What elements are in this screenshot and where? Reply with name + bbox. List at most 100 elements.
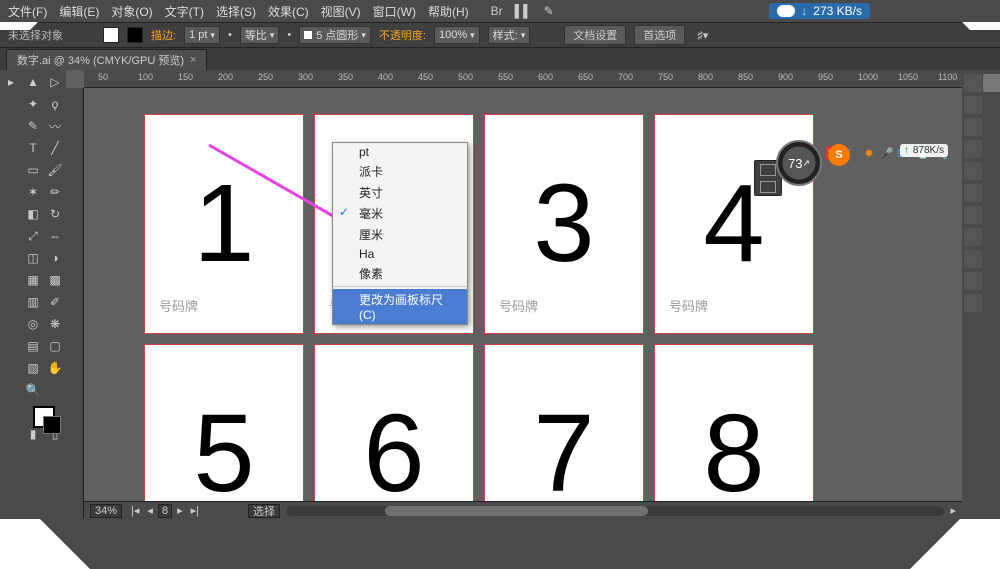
page-field[interactable]: 8 xyxy=(158,504,172,518)
slice-tool[interactable]: ▧ xyxy=(23,358,43,378)
last-page-button[interactable]: ▸| xyxy=(188,504,202,518)
right-panel-strip xyxy=(962,70,984,519)
scale-tool[interactable]: ⤢ xyxy=(23,226,43,246)
h-scrollbar[interactable] xyxy=(286,506,944,516)
panel-icon-graphic-styles[interactable] xyxy=(964,250,982,268)
fill-swatch[interactable] xyxy=(103,27,119,43)
line-tool[interactable]: ╱ xyxy=(45,138,65,158)
eraser-tool[interactable]: ◧ xyxy=(23,204,43,224)
menubar: 文件(F) 编辑(E) 对象(O) 文字(T) 选择(S) 效果(C) 视图(V… xyxy=(0,0,1000,22)
artboard[interactable]: 1号码牌 xyxy=(144,114,304,334)
hand-tool[interactable]: ✋ xyxy=(45,358,65,378)
panel-icon-swatches[interactable] xyxy=(964,96,982,114)
direct-select-tool[interactable]: ▷ xyxy=(45,72,65,92)
pencil-tool[interactable]: ✏ xyxy=(45,182,65,202)
vertical-ruler[interactable] xyxy=(66,88,84,519)
rotate-tool[interactable]: ↻ xyxy=(45,204,65,224)
shape-field[interactable]: 5 点圆形 xyxy=(299,26,371,44)
unit-mm[interactable]: 毫米 xyxy=(333,203,467,224)
lasso-tool[interactable]: ϙ xyxy=(45,94,65,114)
wand-tool[interactable]: ✦ xyxy=(23,94,43,114)
menu-edit[interactable]: 编辑(E) xyxy=(59,3,99,20)
pointer-strip-icon[interactable]: ▸ xyxy=(1,72,21,92)
graph-tool[interactable]: ▤ xyxy=(23,336,43,356)
zoom-field[interactable]: 34% xyxy=(90,504,122,518)
fill-stroke-swatch[interactable] xyxy=(33,406,55,428)
speed-dial[interactable]: 73↗ xyxy=(776,140,822,186)
artboard[interactable]: 7 xyxy=(484,344,644,501)
brush-tool[interactable]: 🖌 xyxy=(45,160,65,180)
doc-settings-button[interactable]: 文档设置 xyxy=(564,25,626,45)
ime-badge[interactable]: S xyxy=(828,144,850,166)
first-page-button[interactable]: |◂ xyxy=(128,504,142,518)
panel-icon-symbols[interactable] xyxy=(964,140,982,158)
menu-type[interactable]: 文字(T) xyxy=(165,3,204,20)
symbol-sprayer[interactable]: ❋ xyxy=(45,314,65,334)
unit-pt[interactable]: pt xyxy=(333,143,467,161)
artboard-nav: |◂ ◂ 8 ▸ ▸| xyxy=(128,504,202,518)
style-field[interactable]: 样式: xyxy=(488,26,531,44)
artboard-tool[interactable]: ▢ xyxy=(45,336,65,356)
prev-page-button[interactable]: ◂ xyxy=(144,504,156,518)
ruler-tick: 350 xyxy=(338,72,353,82)
next-page-button[interactable]: ▸ xyxy=(174,504,186,518)
scroll-right-icon[interactable]: ▸ xyxy=(950,504,956,517)
mesh-tool[interactable]: ▩ xyxy=(45,270,65,290)
artboard[interactable]: 8 xyxy=(654,344,814,501)
selection-tool[interactable]: ▲ xyxy=(23,72,43,92)
panel-icon-color[interactable] xyxy=(964,74,982,92)
menu-effect[interactable]: 效果(C) xyxy=(268,3,309,20)
perspective-tool[interactable]: ▦ xyxy=(23,270,43,290)
ruler-tick: 300 xyxy=(298,72,313,82)
panel-icon-gradient[interactable] xyxy=(964,184,982,202)
artboard[interactable]: 3号码牌 xyxy=(484,114,644,334)
unit-pica[interactable]: 派卡 xyxy=(333,161,467,182)
menu-window[interactable]: 窗口(W) xyxy=(373,3,416,20)
flame-icon[interactable]: ✹ xyxy=(862,146,876,160)
unit-cm[interactable]: 厘米 xyxy=(333,224,467,245)
scale-mode[interactable]: 等比 xyxy=(240,26,280,44)
opacity-field[interactable]: 100% xyxy=(434,26,480,44)
unit-px[interactable]: 像素 xyxy=(333,263,467,284)
artboard[interactable]: 6 xyxy=(314,344,474,501)
artboard[interactable]: 5 xyxy=(144,344,304,501)
menu-file[interactable]: 文件(F) xyxy=(8,3,47,20)
panel-icon-brushes[interactable] xyxy=(964,118,982,136)
align-icon[interactable]: ♯▾ xyxy=(697,29,708,42)
rect-tool[interactable]: ▭ xyxy=(23,160,43,180)
prefs-button[interactable]: 首选项 xyxy=(634,25,685,45)
blend-tool[interactable]: ◎ xyxy=(23,314,43,334)
stroke-swatch[interactable] xyxy=(127,27,143,43)
menu-help[interactable]: 帮助(H) xyxy=(428,3,469,20)
unit-inch[interactable]: 英寸 xyxy=(333,182,467,203)
stroke-weight-field[interactable]: 1 pt xyxy=(184,26,220,44)
expand-panels-icon[interactable] xyxy=(983,74,1000,92)
type-tool[interactable]: T xyxy=(23,138,43,158)
eyedropper-tool[interactable]: ✐ xyxy=(45,292,65,312)
doc-tab[interactable]: 数字.ai @ 34% (CMYK/GPU 预览) × xyxy=(6,49,207,70)
pen-tool[interactable]: ✎ xyxy=(23,116,43,136)
menu-select[interactable]: 选择(S) xyxy=(216,3,256,20)
cloud-speed-badge[interactable]: ↓ 273 KB/s xyxy=(769,3,870,19)
curvature-tool[interactable]: 〰 xyxy=(45,116,65,136)
shape-builder[interactable]: ◑ xyxy=(45,248,65,268)
panel-icon-stroke[interactable] xyxy=(964,162,982,180)
panel-icon-appearance[interactable] xyxy=(964,228,982,246)
mic-icon[interactable]: 🎤 xyxy=(880,146,894,160)
shaper-tool[interactable]: ✶ xyxy=(23,182,43,202)
free-transform[interactable]: ◫ xyxy=(23,248,43,268)
zoom-tool[interactable]: 🔍 xyxy=(23,380,43,400)
menu-view[interactable]: 视图(V) xyxy=(321,3,361,20)
panel-icon-artboards[interactable] xyxy=(964,294,982,312)
menu-object[interactable]: 对象(O) xyxy=(111,3,152,20)
tab-title: 数字.ai @ 34% (CMYK/GPU 预览) xyxy=(17,52,184,68)
close-icon[interactable]: × xyxy=(190,54,196,66)
width-tool[interactable]: ⇔ xyxy=(45,226,65,246)
panel-icon-transparency[interactable] xyxy=(964,206,982,224)
unit-ha[interactable]: Ha xyxy=(333,245,467,263)
gradient-tool[interactable]: ▥ xyxy=(23,292,43,312)
horizontal-ruler[interactable]: 5010015020025030035040045050055060065070… xyxy=(84,70,962,88)
ruler-tick: 1050 xyxy=(898,72,918,82)
change-to-artboard-ruler[interactable]: 更改为画板标尺(C) xyxy=(333,289,467,324)
panel-icon-layers[interactable] xyxy=(964,272,982,290)
